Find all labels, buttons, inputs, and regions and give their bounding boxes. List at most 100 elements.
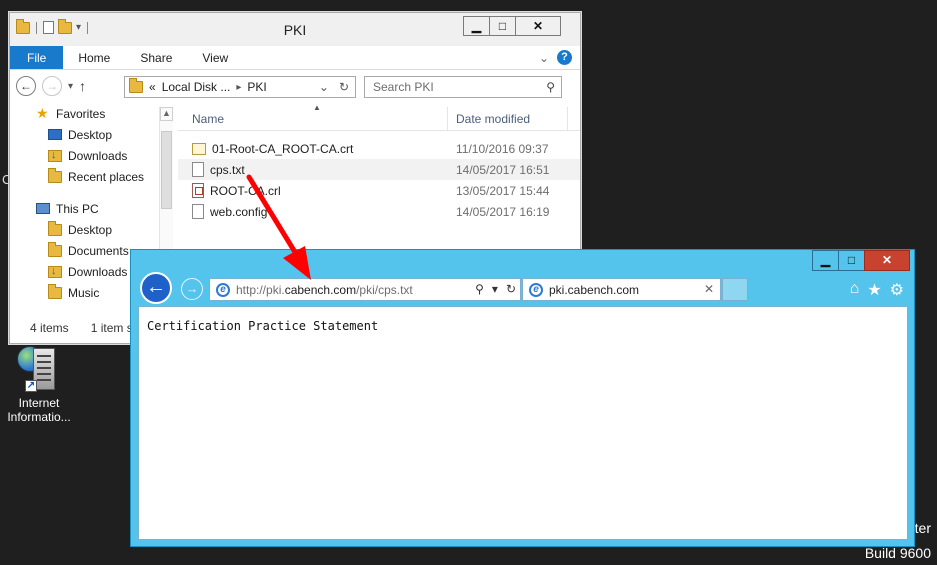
watermark-line1: ter [914,520,931,536]
address-segment-disk[interactable]: Local Disk ... [162,80,231,94]
ie-close-button[interactable]: ✕ [864,250,910,271]
desktop-icon [48,129,62,140]
maximize-button[interactable]: □ [489,16,516,36]
text-file-icon [192,162,204,177]
refresh-icon[interactable]: ↻ [339,80,349,94]
tab-file[interactable]: File [10,46,64,69]
nav-label: Downloads [68,264,128,279]
file-list-header: ▲ Name Date modified [178,103,580,131]
address-segment-pki[interactable]: PKI [247,80,266,94]
search-icon[interactable]: ⚲ [546,77,555,97]
recent-locations-icon[interactable]: ▾ [68,81,73,92]
up-arrow-icon[interactable]: ↑ [79,78,86,94]
ie-search-icon[interactable]: ⚲ [475,282,484,296]
folder-icon [48,241,62,257]
scrollbar-thumb[interactable] [161,131,172,209]
ie-maximize-button[interactable]: □ [838,250,865,271]
iis-icon: ↗ [17,346,61,392]
ie-url: http://pki.cabench.com/pki/cps.txt [236,282,413,297]
ie-minimize-button[interactable]: ▁ [812,250,839,271]
ie-logo-icon: e [216,282,230,297]
file-row[interactable]: 01-Root-CA_ROOT-CA.crt 11/10/2016 09:37 [178,138,580,159]
address-separator[interactable]: ▸ [236,82,241,93]
close-button[interactable]: ✕ [515,16,561,36]
file-name: 01-Root-CA_ROOT-CA.crt [212,141,354,156]
address-chevron[interactable]: « [149,80,156,94]
nav-fav-downloads[interactable]: Downloads [10,145,172,166]
folder-icon [48,220,62,236]
status-selected: 1 item s [90,321,133,335]
ie-forward-arrow-icon[interactable]: → [181,278,203,300]
ie-toolbar-right: ⌂ ★ ⚙ [850,280,904,300]
folder-icon [129,78,143,93]
favorites-star-icon[interactable]: ★ [867,280,881,300]
ie-dropdown-icon[interactable]: ▾ [492,282,498,296]
status-item-count: 4 items [30,321,69,335]
recent-places-icon [48,167,62,183]
nav-label: This PC [56,201,99,216]
nav-pc-desktop[interactable]: Desktop [10,219,172,240]
search-placeholder: Search PKI [373,80,434,94]
ie-window: ▁ □ ✕ ← → e http://pki.cabench.com/pki/c… [130,249,915,547]
address-dropdown-icon[interactable]: ⌄ [319,80,329,94]
ie-refresh-icon[interactable]: ↻ [506,282,516,296]
file-date: 14/05/2017 16:51 [456,162,550,177]
address-bar[interactable]: « Local Disk ... ▸ PKI ⌄ ↻ [124,76,356,98]
nav-label: Music [68,285,100,300]
music-folder-icon [48,283,62,299]
file-name: web.config [210,204,268,219]
file-date: 11/10/2016 09:37 [456,141,549,156]
scroll-up-icon[interactable]: ▲ [160,107,173,121]
page-text: Certification Practice Statement [147,319,379,333]
ie-tab-close-icon[interactable]: ✕ [704,282,714,296]
ie-window-controls: ▁ □ ✕ [812,250,910,271]
help-icon[interactable]: ? [557,50,572,65]
watermark-line2: Build 9600 [864,545,931,561]
crl-file-icon [192,183,204,198]
nav-this-pc[interactable]: This PC [10,198,172,219]
file-list: ▲ Name Date modified 01-Root-CA_ROOT-CA.… [178,103,580,222]
desktop-icon-iis[interactable]: ↗ Internet Informatio... [4,346,74,424]
nav-label: Documents [68,243,129,258]
explorer-window-controls: ▁ □ ✕ [463,16,561,36]
nav-label: Desktop [68,127,113,142]
tab-view[interactable]: View [187,46,243,69]
settings-gear-icon[interactable]: ⚙ [890,280,904,300]
downloads-icon [48,149,62,162]
ie-tab-favicon: e [529,282,543,297]
tab-home[interactable]: Home [63,46,125,69]
file-row[interactable]: web.config 14/05/2017 16:19 [178,201,580,222]
ie-page-content: Certification Practice Statement [138,306,908,540]
column-header-date[interactable]: Date modified [448,107,568,130]
minimize-button[interactable]: ▁ [463,16,490,36]
certificate-icon [192,142,206,155]
home-icon[interactable]: ⌂ [850,280,860,300]
explorer-titlebar[interactable]: ▾ PKI ▁ □ ✕ [10,13,580,46]
desktop-icon-label: Internet Informatio... [7,396,71,424]
back-arrow-icon[interactable]: ← [16,76,36,96]
star-icon: ★ [36,105,49,121]
file-name: ROOT-CA.crl [210,183,281,198]
file-row-selected[interactable]: cps.txt 14/05/2017 16:51 [178,159,580,180]
ribbon-expand-icon[interactable]: ⌄ [539,51,549,65]
nav-fav-recent[interactable]: Recent places [10,166,172,187]
ie-back-arrow-icon[interactable]: ← [140,272,172,304]
config-file-icon [192,204,204,219]
ie-new-tab-button[interactable] [722,278,748,301]
nav-fav-desktop[interactable]: Desktop [10,124,172,145]
computer-icon [36,203,50,214]
nav-label: Recent places [68,169,145,184]
sort-ascending-icon: ▲ [313,103,321,112]
ie-tab[interactable]: e pki.cabench.com ✕ [522,278,721,301]
nav-favorites[interactable]: ★ Favorites [10,103,172,124]
search-input[interactable]: Search PKI ⚲ [364,76,562,98]
nav-label: Favorites [56,106,106,121]
downloads-icon [48,265,62,278]
forward-arrow-icon[interactable]: → [42,76,62,96]
file-row[interactable]: ROOT-CA.crl 13/05/2017 15:44 [178,180,580,201]
address-row: ← → ▾ ↑ « Local Disk ... ▸ PKI ⌄ ↻ Searc… [10,70,580,102]
ie-tab-title: pki.cabench.com [549,282,640,297]
tab-share[interactable]: Share [125,46,187,69]
ribbon-tabs: File Home Share View ⌄ ? [10,46,580,70]
ie-address-bar[interactable]: e http://pki.cabench.com/pki/cps.txt ⚲ ▾… [209,278,521,301]
